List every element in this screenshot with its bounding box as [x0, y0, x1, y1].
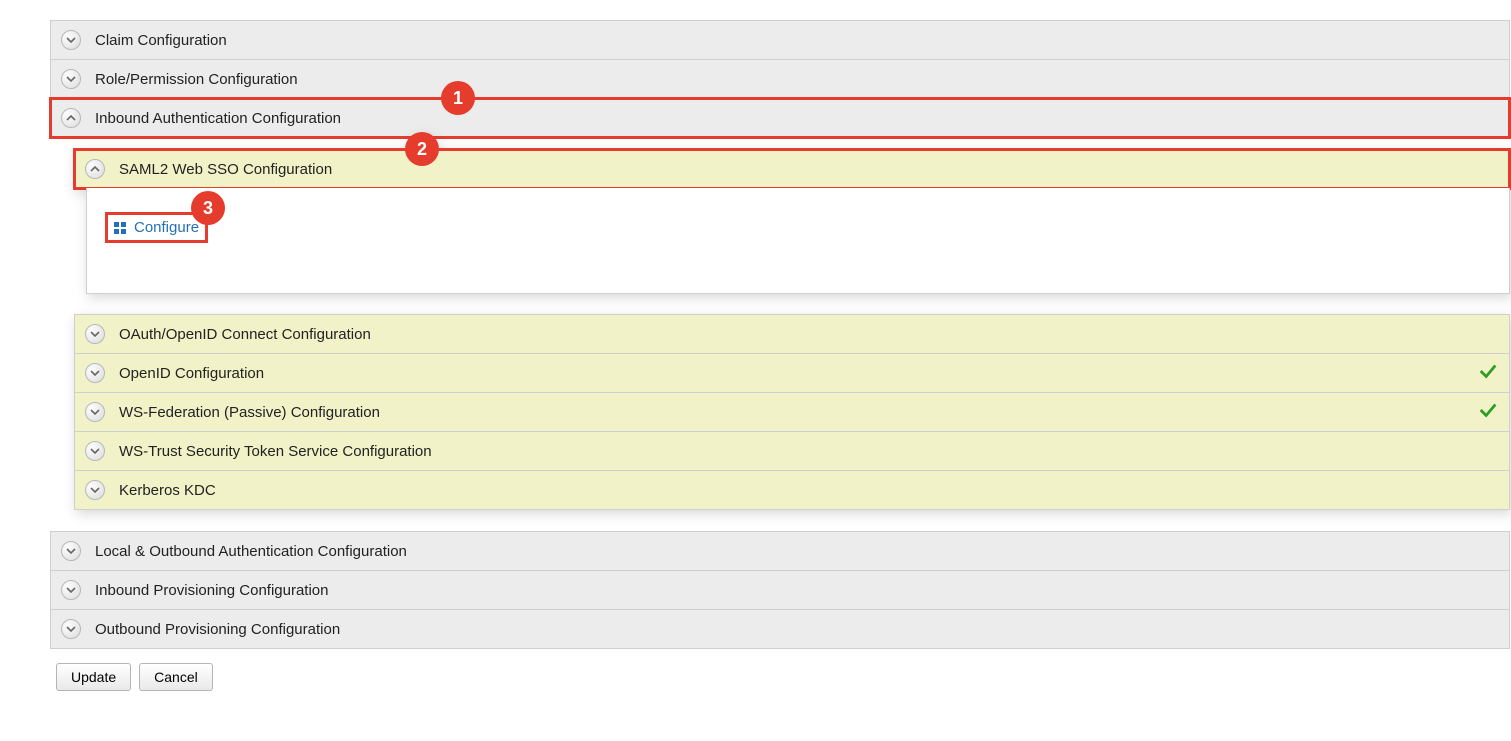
sub-section-label: OpenID Configuration — [119, 365, 264, 382]
chevron-down-icon — [85, 324, 105, 344]
annotation-badge-2: 2 — [405, 132, 439, 166]
chevron-down-icon — [61, 580, 81, 600]
configure-link[interactable]: Configure — [114, 219, 199, 236]
section-role-permission[interactable]: Role/Permission Configuration — [50, 59, 1510, 99]
section-label: Role/Permission Configuration — [95, 71, 298, 88]
sub-section-label: Kerberos KDC — [119, 482, 216, 499]
section-outbound-prov[interactable]: Outbound Provisioning Configuration — [50, 609, 1510, 649]
check-icon — [1477, 360, 1499, 386]
sub-section-label: SAML2 Web SSO Configuration — [119, 161, 332, 178]
section-inbound-prov[interactable]: Inbound Provisioning Configuration — [50, 570, 1510, 610]
sub-section-label: WS-Federation (Passive) Configuration — [119, 404, 380, 421]
sub-section-kerberos[interactable]: Kerberos KDC — [74, 470, 1510, 510]
chevron-down-icon — [85, 480, 105, 500]
section-claim-config[interactable]: Claim Configuration — [50, 20, 1510, 60]
chevron-down-icon — [61, 30, 81, 50]
chevron-down-icon — [85, 363, 105, 383]
annotation-badge-3: 3 — [191, 191, 225, 225]
sub-section-saml2[interactable]: SAML2 Web SSO Configuration 2 — [74, 149, 1510, 189]
check-icon — [1477, 399, 1499, 425]
grid-icon — [114, 222, 126, 234]
sub-section-openid[interactable]: OpenID Configuration — [74, 353, 1510, 393]
cancel-button[interactable]: Cancel — [139, 663, 213, 691]
chevron-down-icon — [61, 619, 81, 639]
sub-section-label: OAuth/OpenID Connect Configuration — [119, 326, 371, 343]
annotation-badge-1: 1 — [441, 81, 475, 115]
configure-link-label: Configure — [134, 219, 199, 236]
chevron-down-icon — [61, 541, 81, 561]
chevron-up-icon — [61, 108, 81, 128]
section-label: Inbound Provisioning Configuration — [95, 582, 329, 599]
chevron-down-icon — [61, 69, 81, 89]
button-row: Update Cancel — [56, 663, 1510, 691]
section-label: Claim Configuration — [95, 32, 227, 49]
chevron-up-icon — [85, 159, 105, 179]
sub-section-label: WS-Trust Security Token Service Configur… — [119, 443, 432, 460]
section-inbound-auth[interactable]: Inbound Authentication Configuration 1 — [50, 98, 1510, 138]
update-button[interactable]: Update — [56, 663, 131, 691]
saml2-panel: Configure 3 — [86, 188, 1510, 294]
section-label: Outbound Provisioning Configuration — [95, 621, 340, 638]
sub-section-oauth[interactable]: OAuth/OpenID Connect Configuration — [74, 314, 1510, 354]
sub-section-wsfed[interactable]: WS-Federation (Passive) Configuration — [74, 392, 1510, 432]
chevron-down-icon — [85, 402, 105, 422]
chevron-down-icon — [85, 441, 105, 461]
section-label: Local & Outbound Authentication Configur… — [95, 543, 407, 560]
configure-highlight: Configure 3 — [105, 212, 208, 243]
section-label: Inbound Authentication Configuration — [95, 110, 341, 127]
sub-section-wstrust[interactable]: WS-Trust Security Token Service Configur… — [74, 431, 1510, 471]
section-local-outbound[interactable]: Local & Outbound Authentication Configur… — [50, 531, 1510, 571]
